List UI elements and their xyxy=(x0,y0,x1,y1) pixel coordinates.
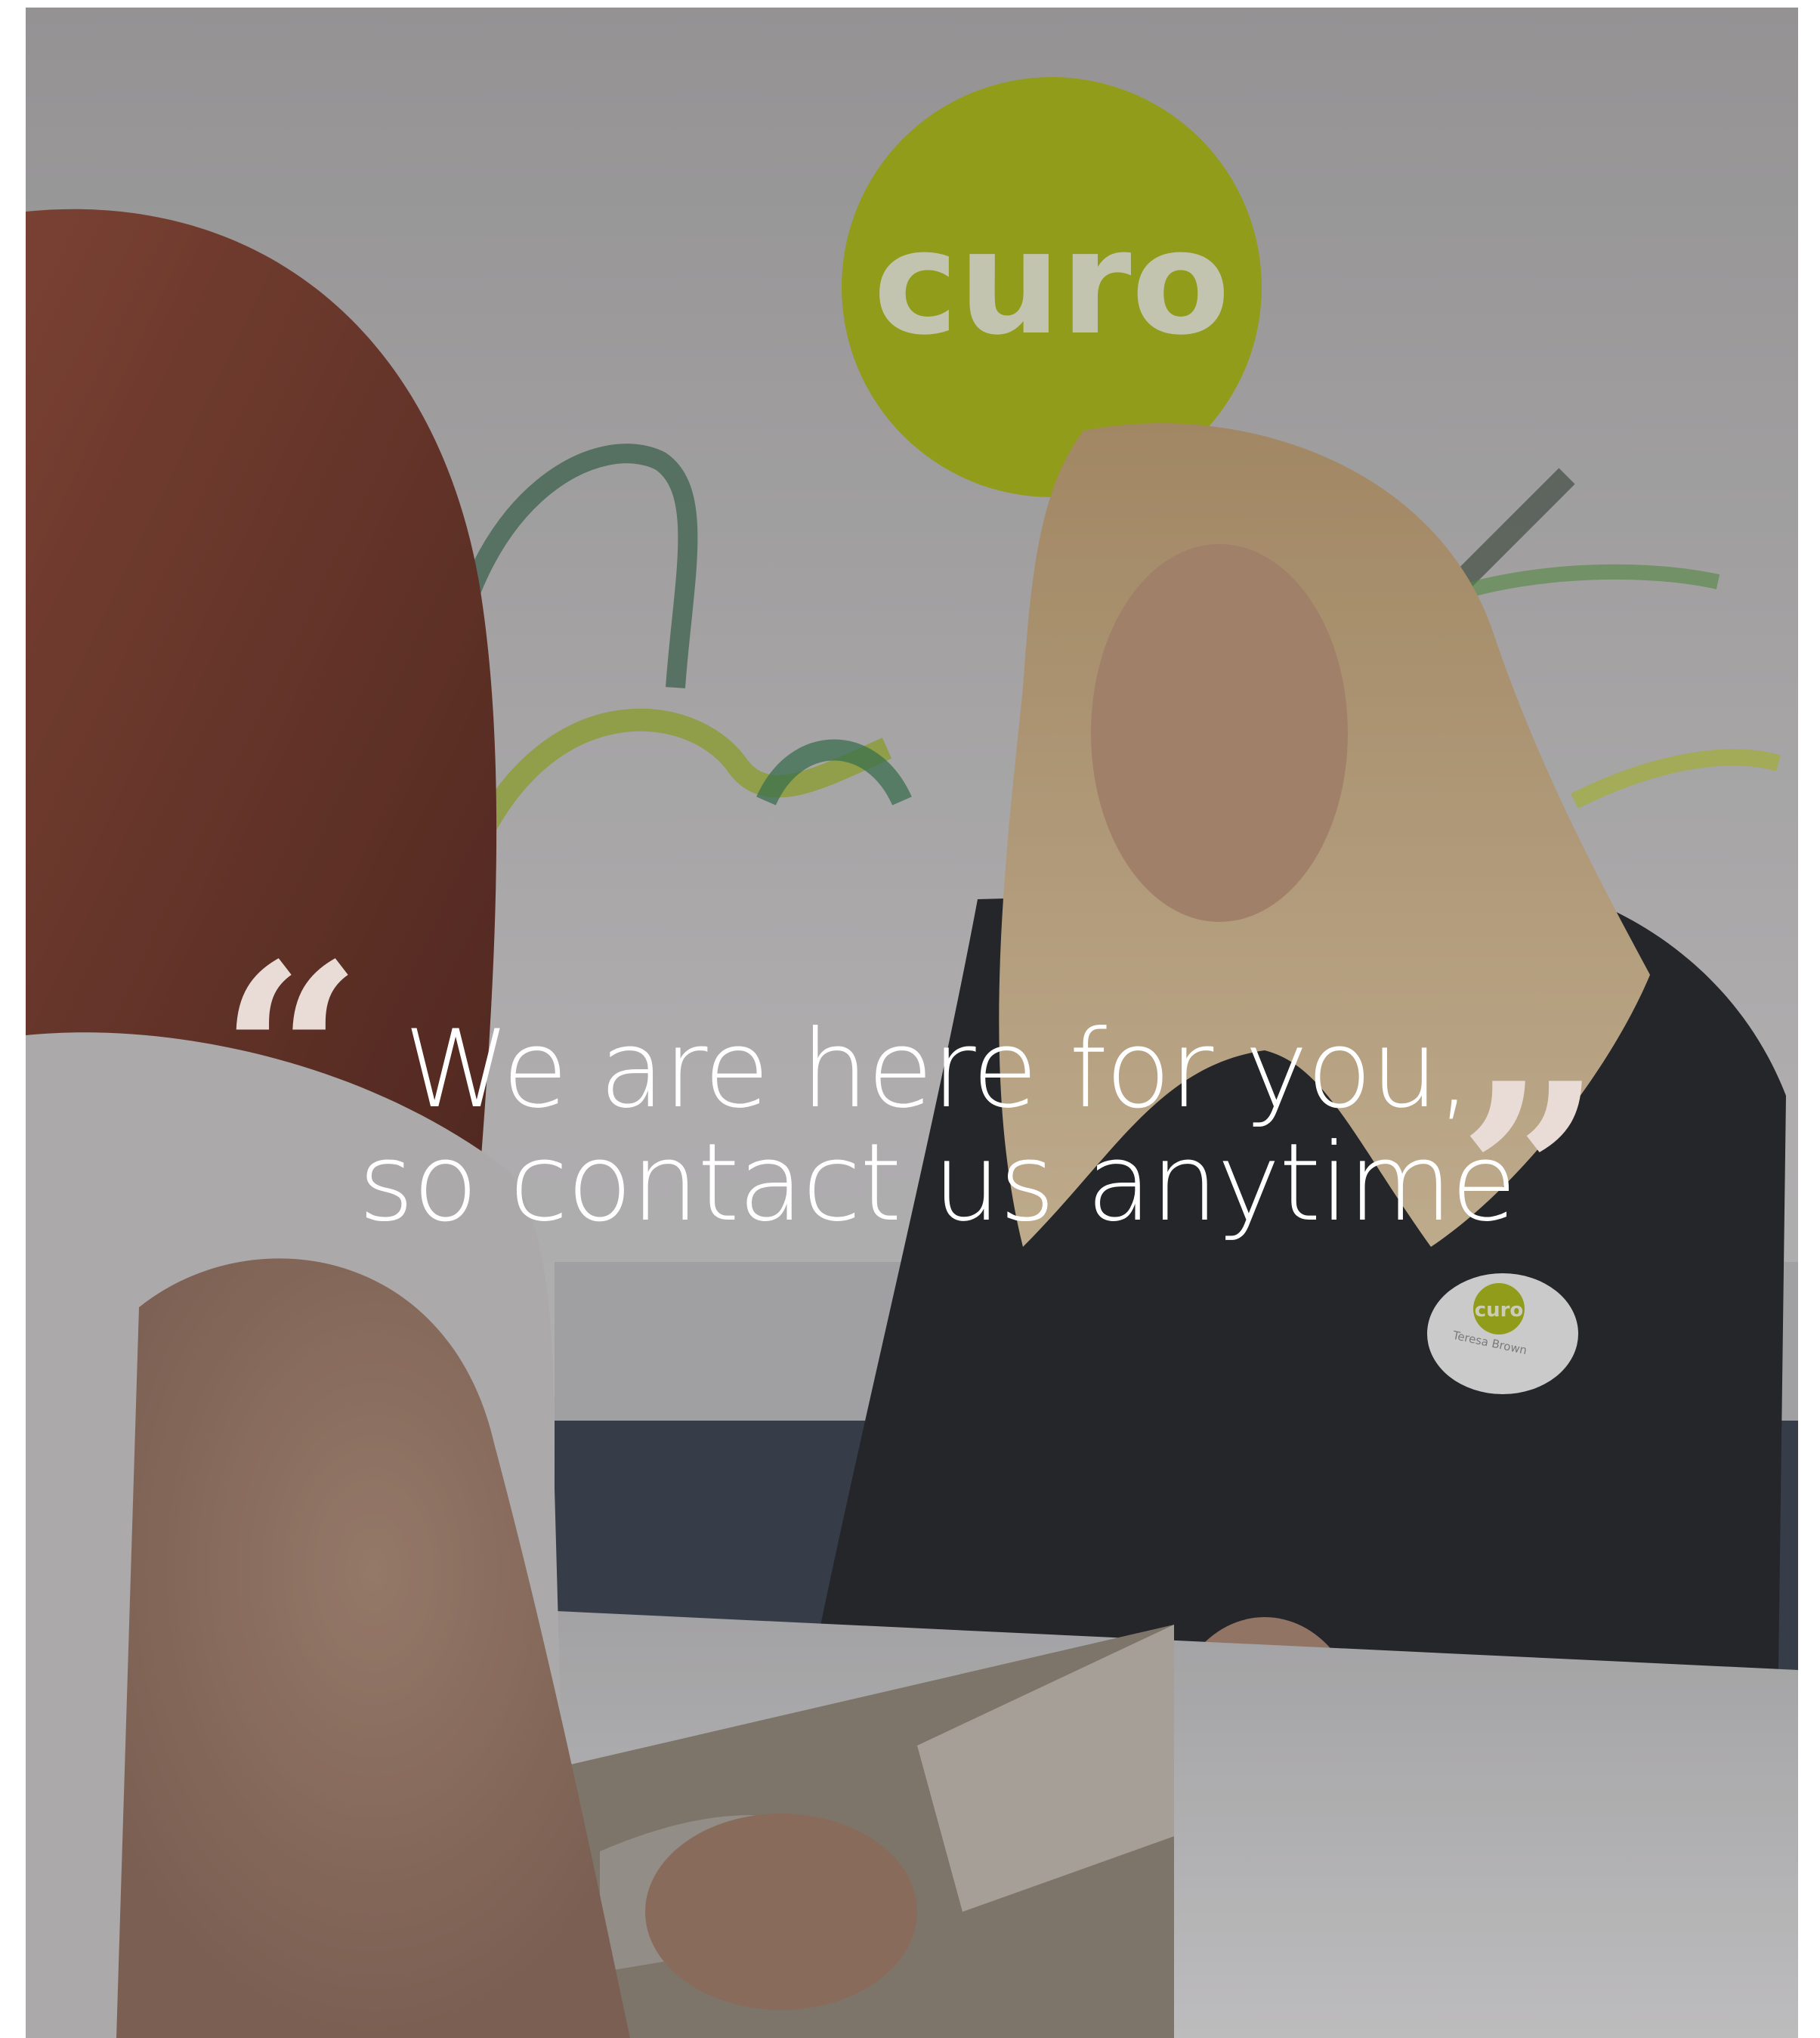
quote-line-2: so contact us anytime xyxy=(358,1121,1517,1245)
quote-block: “ We are here for you, so contact us any… xyxy=(219,931,1655,1300)
close-quote-icon: ” xyxy=(1458,1028,1602,1322)
quote-line-1: We are here for you, xyxy=(403,1007,1472,1132)
